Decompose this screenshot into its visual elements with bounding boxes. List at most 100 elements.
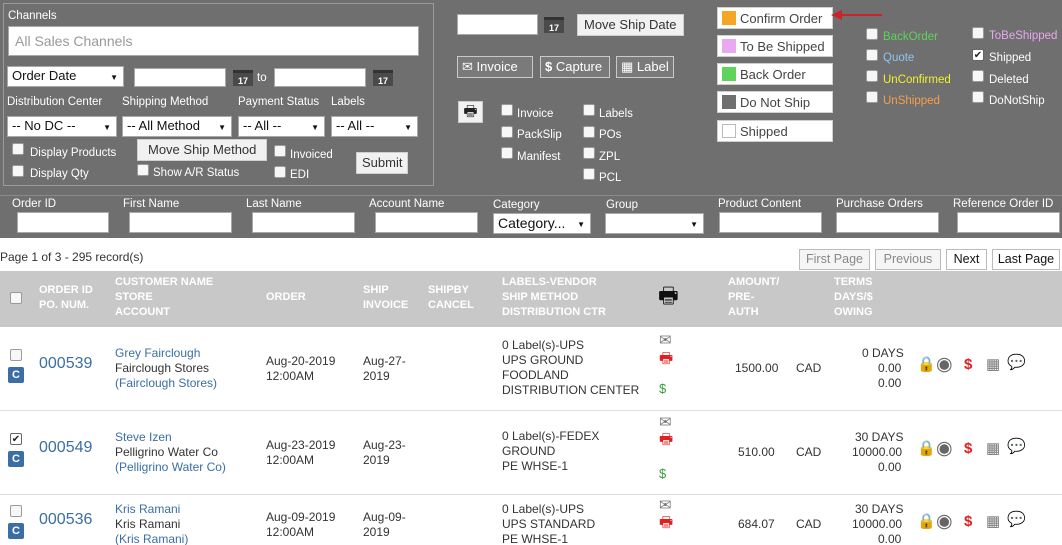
invoice-dollar-icon[interactable]: $ <box>659 466 666 482</box>
shipped-button[interactable]: Shipped <box>717 120 833 142</box>
print-labels-checkbox[interactable] <box>583 104 595 116</box>
target-icon[interactable]: ◉ <box>936 439 953 458</box>
shipped-checkbox[interactable] <box>972 49 984 61</box>
comment-icon[interactable]: 💬 <box>1007 355 1026 371</box>
last-page-button[interactable]: Last Page <box>992 249 1060 270</box>
envelope-icon[interactable]: ✉ <box>659 415 672 431</box>
purchase-orders-input[interactable] <box>836 212 939 233</box>
row-checkbox[interactable] <box>10 349 22 361</box>
col-customer[interactable]: CUSTOMER NAME STORE ACCOUNT <box>115 275 213 320</box>
table-row[interactable]: C 000536 Kris Ramani Kris Ramani (Kris R… <box>0 495 1062 545</box>
order-id-link[interactable]: 000549 <box>39 440 92 456</box>
display-products-checkbox[interactable] <box>12 143 24 155</box>
quote-checkbox[interactable] <box>866 49 878 61</box>
channels-input[interactable]: All Sales Channels <box>8 26 419 56</box>
order-id-link[interactable]: 000536 <box>39 512 92 528</box>
first-page-button[interactable]: First Page <box>799 249 870 270</box>
ship-date-input[interactable] <box>457 14 538 35</box>
col-terms[interactable]: TERMS DAYS/$ OWING <box>834 275 873 320</box>
reference-order-id-input[interactable] <box>957 212 1060 233</box>
backorder-checkbox[interactable] <box>866 28 878 40</box>
lock-icon[interactable]: 🔒 <box>917 441 936 457</box>
target-icon[interactable]: ◉ <box>936 355 953 374</box>
target-icon[interactable]: ◉ <box>936 512 953 531</box>
invoice-button[interactable]: ✉ Invoice <box>457 56 533 78</box>
customer-name-link[interactable]: Kris Ramani <box>115 502 180 517</box>
submit-button[interactable]: Submit <box>356 152 409 174</box>
calculator-icon[interactable]: ▦ <box>986 514 1000 530</box>
invoiced-checkbox[interactable] <box>274 145 286 157</box>
deleted-checkbox[interactable] <box>972 70 984 82</box>
move-ship-method-button[interactable]: Move Ship Method <box>137 139 268 161</box>
printer-icon[interactable]: 🖶 <box>659 351 673 367</box>
labels-select[interactable]: -- All -- ▼ <box>331 116 418 137</box>
col-ship[interactable]: SHIP INVOICE <box>363 283 408 313</box>
col-labels[interactable]: LABELS-VENDOR SHIP METHOD DISTRIBUTION CTR <box>502 275 606 320</box>
tobeshipped-checkbox[interactable] <box>972 27 984 39</box>
dollar-icon[interactable]: $ <box>964 514 972 530</box>
previous-button[interactable]: Previous <box>875 249 941 270</box>
printer-icon[interactable]: 🖶 <box>659 432 673 448</box>
print-packslip-checkbox[interactable] <box>501 126 513 138</box>
group-select[interactable]: ▼ <box>605 213 704 234</box>
calendar-icon[interactable]: 17 <box>544 17 564 33</box>
printer-icon[interactable]: 🖶 <box>458 101 483 123</box>
dc-select[interactable]: -- No DC -- ▼ <box>7 116 117 137</box>
confirm-order-button[interactable]: Confirm Order <box>717 7 833 29</box>
table-row[interactable]: C 000549 Steve Izen Pelligrino Water Co … <box>0 411 1062 495</box>
account-link[interactable]: (Pelligrino Water Co) <box>115 460 226 475</box>
comment-icon[interactable]: 💬 <box>1007 439 1026 455</box>
account-link[interactable]: (Kris Ramani) <box>115 532 188 545</box>
dollar-icon[interactable]: $ <box>964 357 972 373</box>
capture-button[interactable]: $ Capture <box>540 56 610 78</box>
donotship-checkbox[interactable] <box>972 91 984 103</box>
print-manifest-checkbox[interactable] <box>501 147 513 159</box>
envelope-icon[interactable]: ✉ <box>659 498 672 514</box>
calendar-icon[interactable]: 17 <box>373 70 393 86</box>
product-content-input[interactable] <box>719 212 822 233</box>
dollar-icon[interactable]: $ <box>964 441 972 457</box>
move-ship-date-button[interactable]: Move Ship Date <box>577 14 684 36</box>
customer-name-link[interactable]: Grey Fairclough <box>115 346 200 361</box>
unshipped-checkbox[interactable] <box>866 91 878 103</box>
comment-filled-icon[interactable]: 💬 <box>1007 512 1026 528</box>
print-pcl-checkbox[interactable] <box>583 168 595 180</box>
date-type-select[interactable]: Order Date ▼ <box>7 66 124 87</box>
lock-icon[interactable]: 🔒 <box>917 514 936 530</box>
label-button[interactable]: ▦ Label <box>616 56 674 78</box>
category-select[interactable]: Category... ▼ <box>493 213 591 234</box>
row-checkbox[interactable] <box>10 505 22 517</box>
print-zpl-checkbox[interactable] <box>583 147 595 159</box>
printer-icon[interactable]: 🖶 <box>658 285 679 307</box>
print-invoice-checkbox[interactable] <box>501 104 513 116</box>
table-row[interactable]: C 000539 Grey Fairclough Fairclough Stor… <box>0 327 1062 411</box>
col-order-id[interactable]: ORDER ID PO. NUM. <box>39 283 93 313</box>
col-shipby[interactable]: SHIPBY CANCEL <box>428 283 474 313</box>
calendar-icon[interactable]: 17 <box>233 70 253 86</box>
calculator-icon[interactable]: ▦ <box>986 441 1000 457</box>
date-to-input[interactable] <box>274 68 366 87</box>
account-link[interactable]: (Fairclough Stores) <box>115 376 217 391</box>
col-amount[interactable]: AMOUNT/PRE- AUTH <box>728 275 779 320</box>
envelope-icon[interactable]: ✉ <box>659 333 672 349</box>
select-all-checkbox[interactable] <box>10 292 22 304</box>
date-from-input[interactable] <box>134 68 226 87</box>
next-button[interactable]: Next <box>946 249 987 270</box>
order-id-link[interactable]: 000539 <box>39 356 92 372</box>
col-order-date[interactable]: ORDER <box>266 290 306 305</box>
edi-checkbox[interactable] <box>274 166 286 178</box>
unconfirmed-checkbox[interactable] <box>866 70 878 82</box>
ship-method-select[interactable]: -- All Method ▼ <box>122 116 232 137</box>
back-order-button[interactable]: Back Order <box>717 63 833 85</box>
invoice-dollar-icon[interactable]: $ <box>659 381 666 397</box>
last-name-input[interactable] <box>252 212 355 233</box>
do-not-ship-button[interactable]: Do Not Ship <box>717 91 833 113</box>
to-be-shipped-button[interactable]: To Be Shipped <box>717 35 833 57</box>
customer-name-link[interactable]: Steve Izen <box>115 430 172 445</box>
show-ar-checkbox[interactable] <box>137 164 149 176</box>
row-checkbox[interactable] <box>10 433 22 445</box>
lock-icon[interactable]: 🔒 <box>917 357 936 373</box>
account-name-input[interactable] <box>375 212 478 233</box>
printer-icon[interactable]: 🖶 <box>659 515 673 531</box>
print-pos-checkbox[interactable] <box>583 126 595 138</box>
